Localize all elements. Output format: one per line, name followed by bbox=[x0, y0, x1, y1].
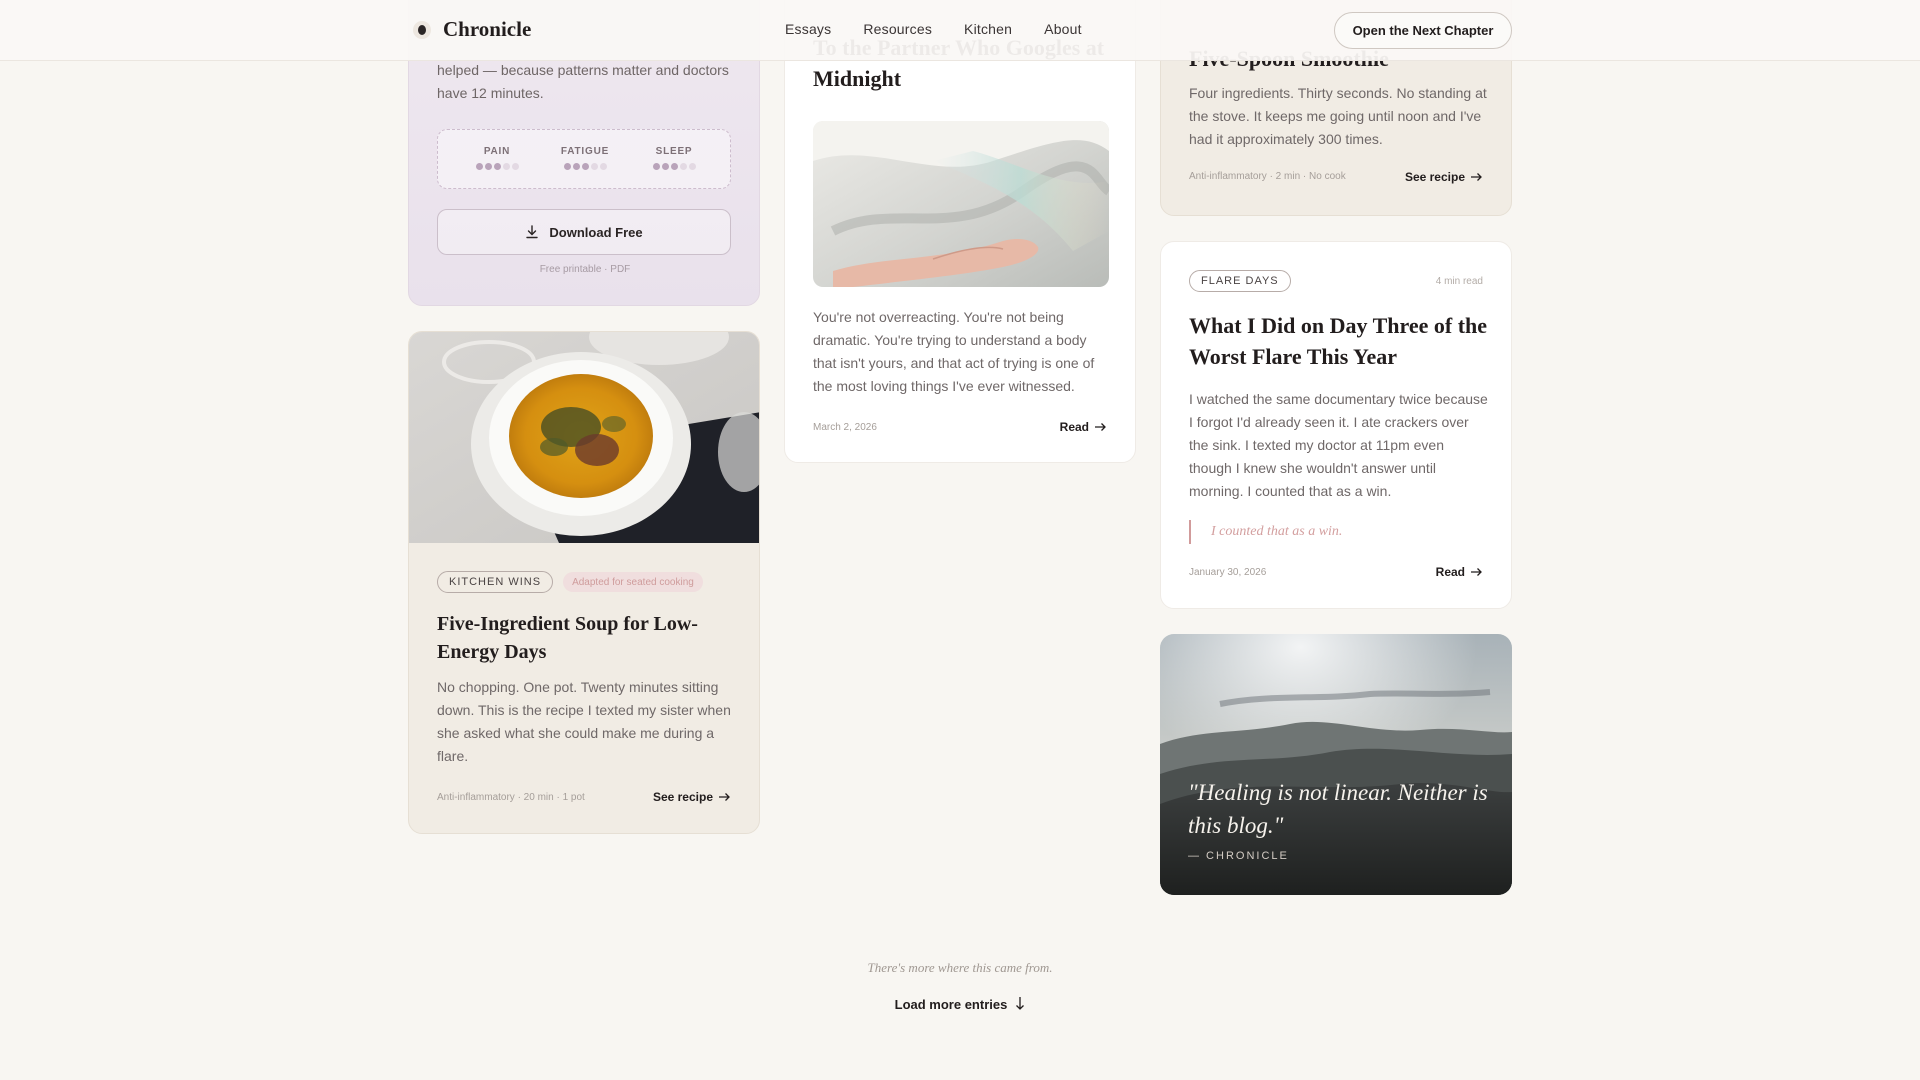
bed-hand-photo bbox=[813, 121, 1109, 287]
quote-text: "Healing is not linear. Neither is this … bbox=[1188, 780, 1488, 838]
link-label: See recipe bbox=[652, 790, 713, 804]
main-nav: Essays Resources Kitchen About bbox=[785, 21, 1082, 37]
card-excerpt: I watched the same documentary twice bec… bbox=[1189, 391, 1488, 499]
tracker-preview: PAIN FATIGUE SLEEP bbox=[437, 129, 731, 189]
brand-mark-icon bbox=[413, 20, 431, 39]
nav-item-about[interactable]: About bbox=[1044, 21, 1082, 37]
link-label: Read bbox=[1059, 420, 1089, 434]
tracker-description: helped — because patterns matter and doc… bbox=[437, 62, 729, 101]
card-title[interactable]: What I Did on Day Three of the Worst Fla… bbox=[1189, 310, 1489, 372]
flare-days-card[interactable]: FLARE DAYS 4 min read What I Did on Day … bbox=[1160, 241, 1512, 609]
category-tag[interactable]: FLARE DAYS bbox=[1189, 270, 1291, 292]
metric-label: FATIGUE bbox=[560, 146, 610, 157]
soup-tags: KITCHEN WINS Adapted for seated cooking bbox=[437, 571, 703, 593]
arrow-right-icon bbox=[1095, 423, 1106, 431]
recipe-meta: Anti-inflammatory · 20 min · 1 pot bbox=[437, 792, 585, 803]
partner-letter-card[interactable]: To the Partner Who Googles at Midnight bbox=[784, 0, 1136, 463]
link-label: See recipe bbox=[1404, 170, 1465, 184]
metric-fatigue: FATIGUE bbox=[545, 146, 625, 170]
download-free-button[interactable]: Download Free bbox=[437, 209, 731, 255]
nav-item-essays[interactable]: Essays bbox=[785, 21, 831, 37]
card-title[interactable]: Five-Ingredient Soup for Low-Energy Days bbox=[437, 610, 737, 666]
read-time: 4 min read bbox=[1435, 276, 1483, 287]
see-recipe-link[interactable]: See recipe bbox=[653, 790, 731, 804]
see-recipe-link[interactable]: See recipe bbox=[1405, 170, 1483, 184]
read-link[interactable]: Read bbox=[1060, 420, 1107, 434]
nav-item-resources[interactable]: Resources bbox=[863, 21, 932, 37]
nav-item-kitchen[interactable]: Kitchen bbox=[964, 21, 1012, 37]
read-link[interactable]: Read bbox=[1436, 565, 1483, 579]
load-more-label: Load more entries bbox=[894, 996, 1008, 1012]
arrow-right-icon bbox=[1471, 568, 1482, 576]
card-excerpt: Four ingredients. Thirty seconds. No sta… bbox=[1189, 85, 1487, 147]
brand-name: Chronicle bbox=[443, 17, 532, 41]
card-excerpt: You're not overreacting. You're not bein… bbox=[813, 309, 1095, 394]
bed-photo-art bbox=[813, 121, 1109, 287]
metric-sleep: SLEEP bbox=[634, 146, 714, 170]
download-button-label: Download Free bbox=[549, 224, 643, 240]
arrow-right-icon bbox=[1471, 173, 1482, 181]
quote-attribution: — CHRONICLE bbox=[1188, 850, 1289, 862]
metric-label: SLEEP bbox=[655, 146, 693, 157]
pull-quote: I counted that as a win. bbox=[1189, 520, 1342, 544]
site-header: Chronicle Essays Resources Kitchen About… bbox=[0, 0, 1920, 61]
soup-photo bbox=[409, 332, 759, 543]
category-tag[interactable]: KITCHEN WINS bbox=[437, 571, 554, 593]
download-icon bbox=[526, 225, 539, 239]
soup-recipe-card[interactable]: KITCHEN WINS Adapted for seated cooking … bbox=[408, 331, 760, 834]
post-date: March 2, 2026 bbox=[813, 422, 877, 433]
brand-logo-link[interactable]: Chronicle bbox=[413, 17, 531, 42]
more-entries-text: There's more where this came from. bbox=[867, 960, 1053, 975]
open-next-chapter-button[interactable]: Open the Next Chapter bbox=[1334, 12, 1512, 49]
link-label: Read bbox=[1435, 565, 1465, 579]
post-date: January 30, 2026 bbox=[1189, 567, 1267, 578]
metric-label: PAIN bbox=[483, 146, 511, 157]
arrow-right-icon bbox=[719, 793, 730, 801]
quote-card: "Healing is not linear. Neither is this … bbox=[1160, 634, 1512, 895]
tracker-note: Free printable · PDF bbox=[539, 264, 631, 275]
metric-dots bbox=[545, 163, 625, 170]
arrow-down-icon bbox=[1016, 997, 1025, 1010]
metric-dots bbox=[634, 163, 714, 170]
card-excerpt: No chopping. One pot. Twenty minutes sit… bbox=[437, 679, 731, 764]
metric-dots bbox=[457, 163, 537, 170]
load-more-button[interactable]: Load more entries bbox=[880, 992, 1040, 1016]
adaptation-badge: Adapted for seated cooking bbox=[563, 572, 703, 592]
recipe-meta: Anti-inflammatory · 2 min · No cook bbox=[1189, 171, 1346, 182]
metric-pain: PAIN bbox=[457, 146, 537, 170]
